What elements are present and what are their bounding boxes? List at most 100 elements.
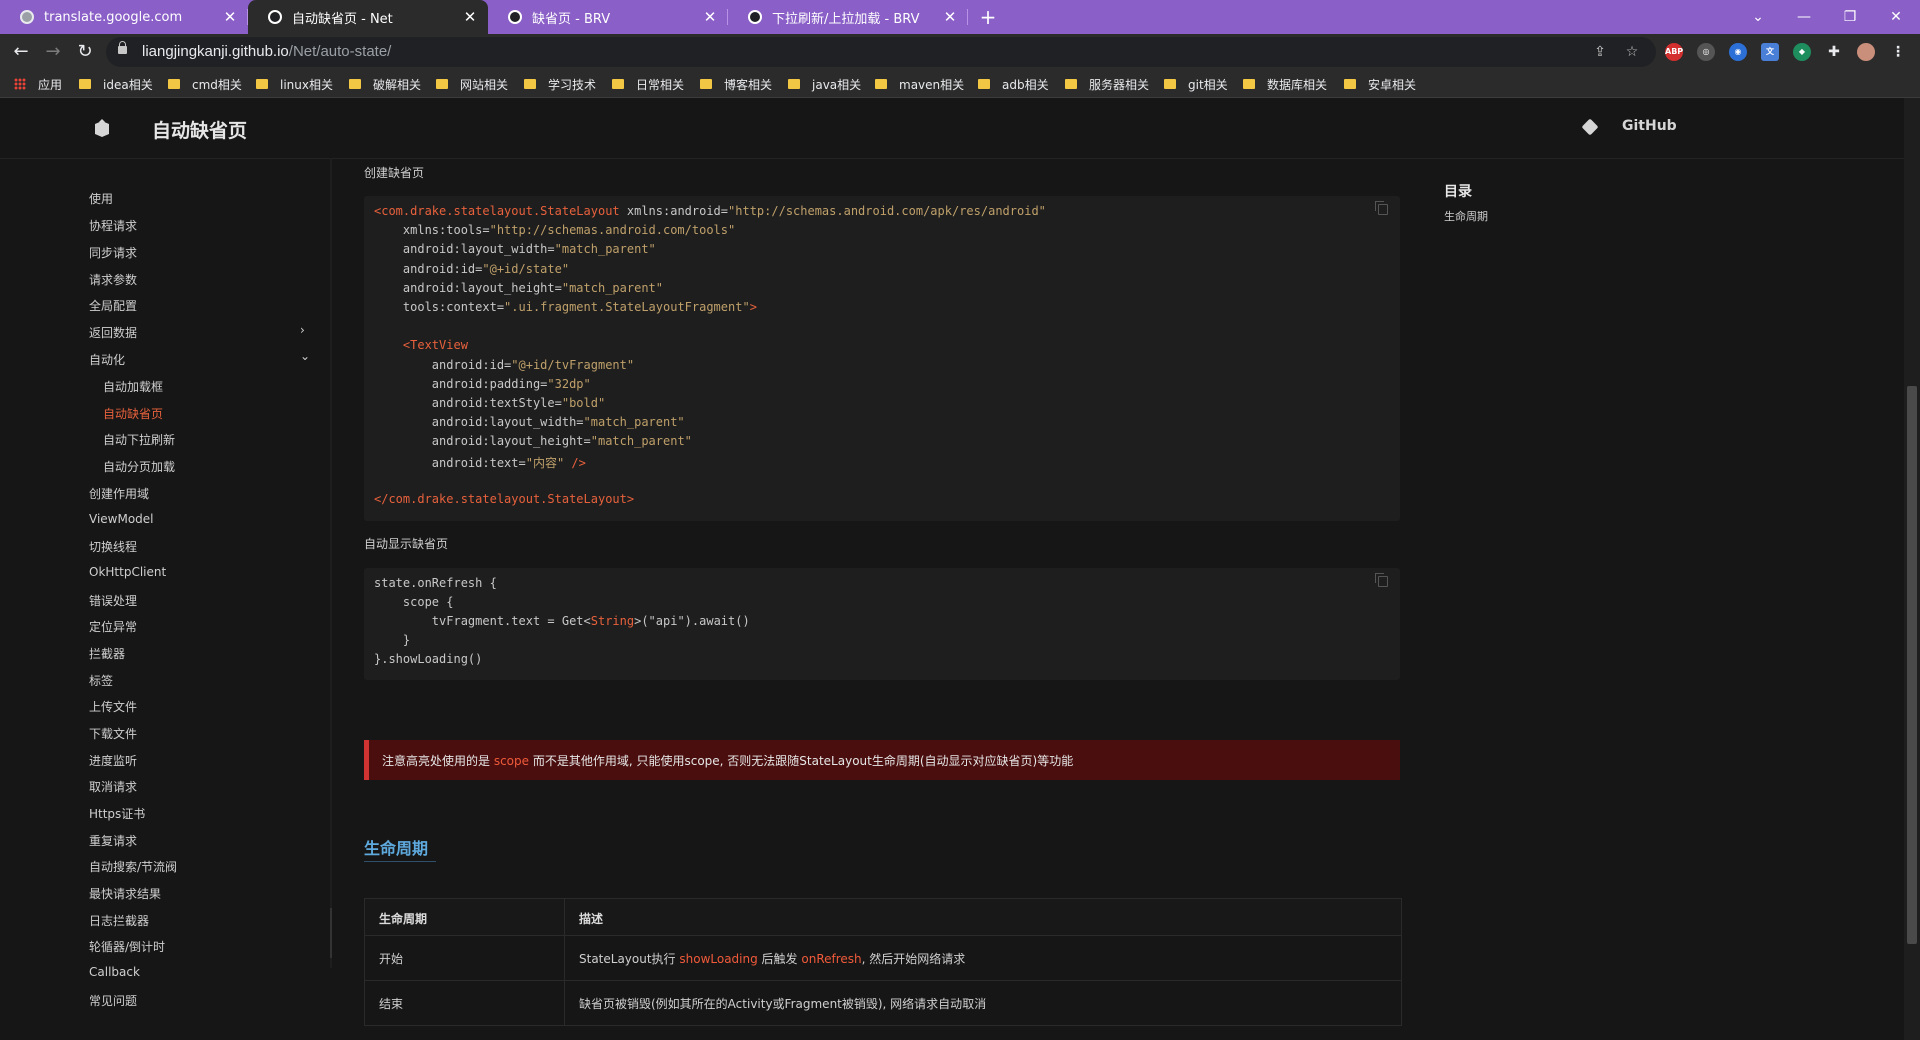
chevron-right-icon[interactable]: ›	[300, 323, 305, 337]
page-scrollbar[interactable]	[1904, 98, 1920, 1040]
copy-icon[interactable]	[1375, 201, 1388, 215]
bookmark-folder[interactable]: 博客相关	[700, 75, 772, 93]
table-cell: 开始	[379, 952, 404, 966]
site-logo-icon[interactable]	[92, 118, 112, 138]
forward-button[interactable]: →	[40, 39, 66, 65]
sidebar-item[interactable]: 请求参数	[89, 271, 137, 288]
copy-icon[interactable]	[1375, 573, 1388, 587]
sidebar-item[interactable]: OkHttpClient	[89, 565, 166, 579]
sidebar-item[interactable]: 自动搜索/节流阀	[89, 858, 177, 875]
sidebar-item[interactable]: 标签	[89, 672, 113, 689]
sidebar-item[interactable]: 常见问题	[89, 992, 137, 1009]
toc-item-lifecycle[interactable]: 生命周期	[1444, 208, 1488, 224]
bookmark-folder[interactable]: 学习技术	[524, 75, 596, 93]
bookmark-star-icon[interactable]: ☆	[1622, 42, 1642, 62]
bookmark-folder[interactable]: 日常相关	[612, 75, 684, 93]
site-title[interactable]: 自动缺省页	[152, 116, 247, 143]
sidebar-item[interactable]: 取消请求	[89, 778, 137, 795]
folder-icon	[700, 79, 712, 89]
sidebar-item[interactable]: 错误处理	[89, 592, 137, 609]
close-window-button[interactable]: ✕	[1876, 4, 1916, 30]
sidebar-scrollbar-track	[330, 158, 332, 968]
sidebar-subitem[interactable]: 自动加载框	[103, 378, 163, 395]
sidebar-subitem[interactable]: 自动分页加载	[103, 458, 175, 475]
close-icon[interactable]: ✕	[940, 8, 960, 26]
minimize-button[interactable]: —	[1784, 4, 1824, 30]
restore-button[interactable]: ❐	[1830, 4, 1870, 30]
sidebar-item[interactable]: 使用	[89, 190, 113, 207]
url-text[interactable]: liangjingkanji.github.io/Net/auto-state/	[142, 43, 391, 60]
toc-title: 目录	[1444, 184, 1472, 200]
tab-brv-refresh[interactable]: 下拉刷新/上拉加载 - BRV ✕	[728, 0, 968, 34]
sidebar-item[interactable]: 下载文件	[89, 725, 137, 742]
sidebar-item[interactable]: 轮循器/倒计时	[89, 938, 165, 955]
page-scrollbar-thumb[interactable]	[1907, 386, 1917, 944]
bookmark-folder[interactable]: idea相关	[79, 75, 153, 93]
tab-title: 自动缺省页 - Net	[292, 11, 393, 27]
share-icon[interactable]: ⇪	[1590, 42, 1610, 62]
tab-net-auto-state[interactable]: 自动缺省页 - Net ✕	[248, 0, 488, 34]
adblock-icon[interactable]: ABP	[1665, 43, 1683, 61]
bookmark-folder[interactable]: java相关	[788, 75, 861, 93]
extensions-puzzle-icon[interactable]: ✚	[1825, 43, 1843, 61]
bookmark-folder[interactable]: linux相关	[256, 75, 333, 93]
extension-chrome-icon[interactable]: ◉	[1729, 43, 1747, 61]
bookmark-folder[interactable]: git相关	[1164, 75, 1228, 93]
bookmark-folder[interactable]: 破解相关	[349, 75, 421, 93]
table-header-row: 生命周期 描述	[365, 899, 1401, 936]
close-icon[interactable]: ✕	[700, 8, 720, 26]
chevron-down-icon[interactable]: ⌄	[300, 349, 310, 363]
sidebar-scrollbar-thumb[interactable]	[330, 908, 332, 958]
bookmark-folder[interactable]: cmd相关	[168, 75, 242, 93]
shield-extension-icon[interactable]: ◆	[1793, 43, 1811, 61]
extension-glasses-icon[interactable]: ◎	[1697, 43, 1715, 61]
sidebar-item[interactable]: 定位异常	[89, 618, 137, 635]
bookmarks-bar: 应用 idea相关 cmd相关 linux相关 破解相关 网站相关 学习技术 日…	[0, 70, 1920, 98]
url-host: liangjingkanji.github.io	[142, 43, 289, 60]
sidebar-item[interactable]: 上传文件	[89, 698, 137, 715]
sidebar-item[interactable]: Https证书	[89, 805, 145, 822]
bookmark-folder[interactable]: adb相关	[978, 75, 1049, 93]
sidebar-item[interactable]: 创建作用域	[89, 485, 149, 502]
code-line: }.showLoading()	[374, 652, 483, 666]
sidebar-item[interactable]: 进度监听	[89, 752, 137, 769]
bookmark-apps[interactable]: 应用	[14, 75, 62, 93]
reload-button[interactable]: ↻	[72, 39, 98, 65]
new-tab-button[interactable]: +	[975, 4, 1001, 30]
bookmark-folder[interactable]: maven相关	[875, 75, 964, 93]
sidebar-subitem-active[interactable]: 自动缺省页	[103, 405, 163, 422]
bookmark-folder[interactable]: 服务器相关	[1065, 75, 1149, 93]
sidebar-item[interactable]: Callback	[89, 965, 140, 979]
sidebar-item[interactable]: 日志拦截器	[89, 912, 149, 929]
section-heading-lifecycle[interactable]: 生命周期	[364, 835, 428, 859]
translate-extension-icon[interactable]: 文	[1761, 43, 1779, 61]
table-header: 生命周期	[379, 912, 428, 926]
tab-search-icon[interactable]: ⌄	[1738, 4, 1778, 30]
table-cell: 结束	[379, 997, 404, 1011]
sidebar-subitem[interactable]: 自动下拉刷新	[103, 431, 175, 448]
sidebar-item[interactable]: 返回数据	[89, 324, 137, 341]
more-menu-icon[interactable]: ⋮	[1889, 43, 1907, 61]
bookmark-folder[interactable]: 网站相关	[436, 75, 508, 93]
tab-translate[interactable]: translate.google.com ✕	[0, 0, 248, 34]
sidebar-item[interactable]: 最快请求结果	[89, 885, 161, 902]
close-icon[interactable]: ✕	[460, 8, 480, 26]
sidebar-item[interactable]: 全局配置	[89, 297, 137, 314]
sidebar-item[interactable]: 同步请求	[89, 244, 137, 261]
avatar[interactable]	[1857, 43, 1875, 61]
tab-brv-state[interactable]: 缺省页 - BRV ✕	[488, 0, 728, 34]
github-link[interactable]: GitHub	[1622, 118, 1677, 134]
sidebar-item[interactable]: 拦截器	[89, 645, 125, 662]
table-header: 描述	[579, 912, 604, 926]
sidebar-item[interactable]: 自动化	[89, 351, 125, 368]
sidebar-item[interactable]: ViewModel	[89, 512, 154, 526]
close-icon[interactable]: ✕	[220, 8, 240, 26]
section-label-create: 创建缺省页	[364, 166, 425, 180]
back-button[interactable]: ←	[8, 39, 34, 65]
bookmark-folder[interactable]: 数据库相关	[1243, 75, 1327, 93]
sidebar-item[interactable]: 重复请求	[89, 832, 137, 849]
bookmark-folder[interactable]: 安卓相关	[1344, 75, 1416, 93]
sidebar-item[interactable]: 协程请求	[89, 217, 137, 234]
address-bar[interactable]: liangjingkanji.github.io/Net/auto-state/…	[106, 37, 1656, 67]
sidebar-item[interactable]: 切换线程	[89, 538, 137, 555]
